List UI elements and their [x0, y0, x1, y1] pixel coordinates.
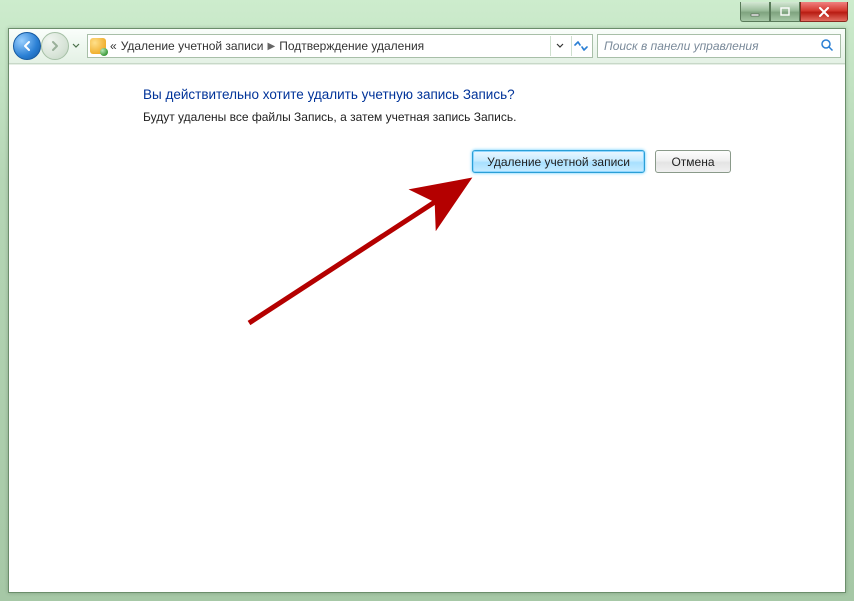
confirmation-heading: Вы действительно хотите удалить учетную … — [143, 87, 821, 102]
annotation-arrow — [229, 173, 509, 333]
search-placeholder: Поиск в панели управления — [604, 39, 759, 53]
confirmation-subtext: Будут удалены все файлы Запись, а затем … — [143, 110, 821, 124]
breadcrumb-item-2[interactable]: Подтверждение удаления — [279, 39, 424, 53]
navigation-bar: « Удаление учетной записи ▶ Подтверждени… — [9, 29, 845, 64]
forward-button[interactable] — [41, 32, 69, 60]
address-bar[interactable]: « Удаление учетной записи ▶ Подтверждени… — [87, 34, 593, 58]
close-button[interactable] — [800, 2, 848, 22]
button-row: Удаление учетной записи Отмена — [33, 150, 731, 173]
titlebar — [2, 2, 852, 26]
refresh-button[interactable] — [571, 36, 590, 56]
window-chrome: « Удаление учетной записи ▶ Подтверждени… — [0, 0, 854, 601]
chevron-right-icon: ▶ — [268, 41, 276, 52]
nav-arrows — [13, 32, 83, 60]
minimize-button[interactable] — [740, 2, 770, 22]
cancel-button[interactable]: Отмена — [655, 150, 731, 173]
breadcrumb-dropdown[interactable] — [550, 36, 569, 56]
breadcrumb-prefix: « — [110, 39, 117, 53]
nav-history-dropdown[interactable] — [69, 33, 83, 59]
control-panel-icon — [90, 38, 106, 54]
back-button[interactable] — [13, 32, 41, 60]
search-icon — [820, 38, 834, 55]
maximize-button[interactable] — [770, 2, 800, 22]
delete-account-button[interactable]: Удаление учетной записи — [472, 150, 645, 173]
breadcrumb-item-1[interactable]: Удаление учетной записи — [121, 39, 264, 53]
search-input[interactable]: Поиск в панели управления — [597, 34, 841, 58]
window: « Удаление учетной записи ▶ Подтверждени… — [8, 28, 846, 593]
content-area: Вы действительно хотите удалить учетную … — [9, 64, 845, 592]
